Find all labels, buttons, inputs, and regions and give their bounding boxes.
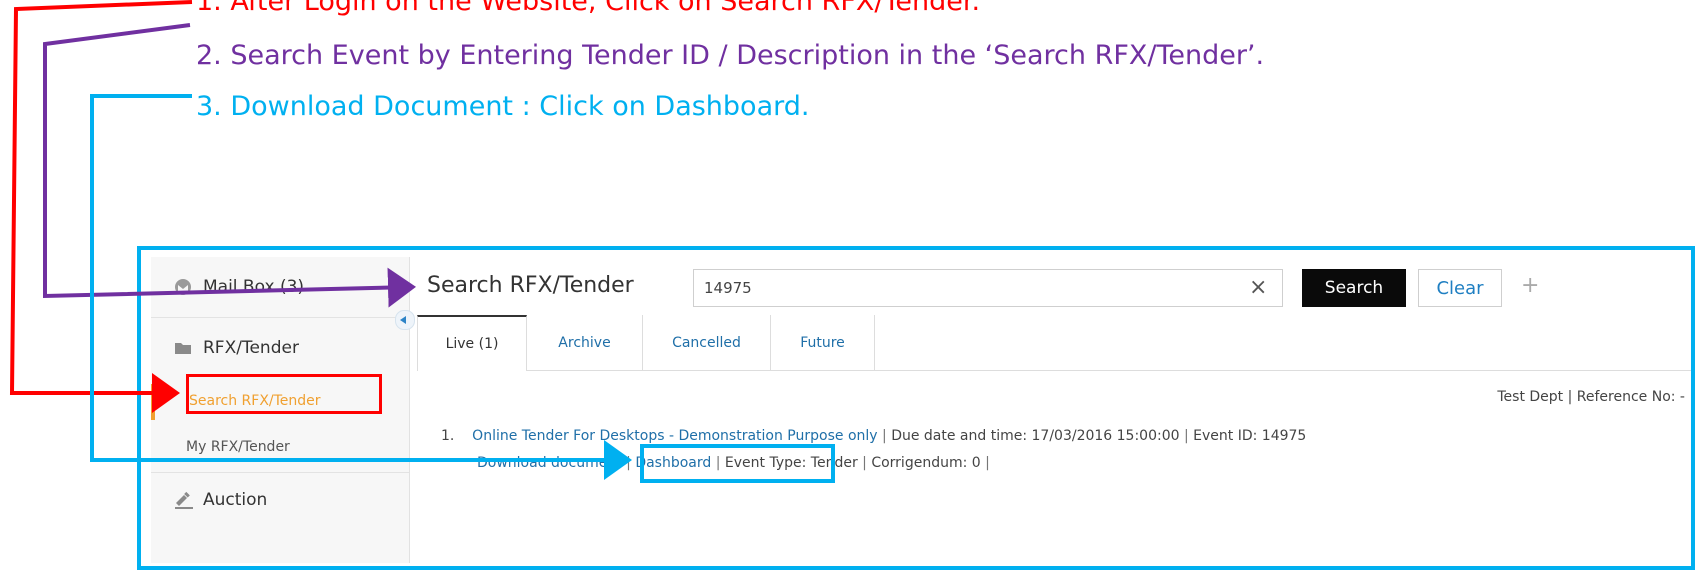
- sidebar-subitem-my-rfx[interactable]: My RFX/Tender: [151, 430, 409, 466]
- sidebar-item-label: Mail Box (3): [203, 277, 305, 297]
- main-content: Search RFX/Tender × Search Clear + Live …: [395, 257, 1691, 563]
- search-box: [693, 269, 1283, 307]
- event-id: Event ID: 14975: [1193, 428, 1307, 444]
- tender-title-link[interactable]: Online Tender For Desktops - Demonstrati…: [472, 428, 877, 444]
- instruction-step-1: 1. After Login on the Website, Click on …: [196, 0, 981, 17]
- sidebar-item-mailbox[interactable]: Mail Box (3): [151, 257, 409, 317]
- download-document-link[interactable]: Download document: [477, 455, 622, 471]
- sidebar-item-auction[interactable]: Auction: [151, 473, 409, 527]
- search-rfx-highlight-box: [186, 374, 382, 414]
- tab-cancelled[interactable]: Cancelled: [643, 315, 771, 370]
- collapse-sidebar-icon[interactable]: [395, 310, 415, 330]
- folder-icon: [173, 338, 193, 358]
- plus-icon[interactable]: +: [1521, 273, 1539, 298]
- search-button[interactable]: Search: [1302, 269, 1406, 307]
- corrigendum: Corrigendum: 0: [871, 455, 981, 471]
- results-panel: Test Dept | Reference No: - 1. Online Te…: [417, 371, 1691, 563]
- instruction-step-3: 3. Download Document : Click on Dashboar…: [196, 91, 810, 122]
- clear-button[interactable]: Clear: [1418, 269, 1502, 307]
- tab-future[interactable]: Future: [771, 315, 875, 370]
- due-date: Due date and time: 17/03/2016 15:00:00: [891, 428, 1180, 444]
- mailbox-icon: [173, 277, 193, 297]
- sidebar-item-label: Auction: [203, 490, 268, 510]
- department-reference: Test Dept | Reference No: -: [1497, 389, 1685, 405]
- clear-input-icon[interactable]: ×: [1249, 275, 1267, 300]
- result-index: 1.: [441, 428, 455, 444]
- sidebar-item-label: RFX/Tender: [203, 338, 299, 358]
- sidebar-subitem-label: My RFX/Tender: [186, 439, 290, 455]
- gavel-icon: [173, 490, 193, 510]
- result-row: 1. Online Tender For Desktops - Demonstr…: [441, 428, 1307, 444]
- tab-archive[interactable]: Archive: [527, 315, 643, 370]
- page-title: Search RFX/Tender: [427, 273, 634, 298]
- search-input[interactable]: [704, 270, 1244, 306]
- dashboard-highlight-box: [640, 444, 835, 483]
- sidebar-item-rfx-tender[interactable]: RFX/Tender: [151, 318, 409, 378]
- tab-bar: Live (1) Archive Cancelled Future: [417, 315, 1691, 371]
- instruction-step-2: 2. Search Event by Entering Tender ID / …: [196, 40, 1265, 71]
- tab-live[interactable]: Live (1): [417, 315, 527, 371]
